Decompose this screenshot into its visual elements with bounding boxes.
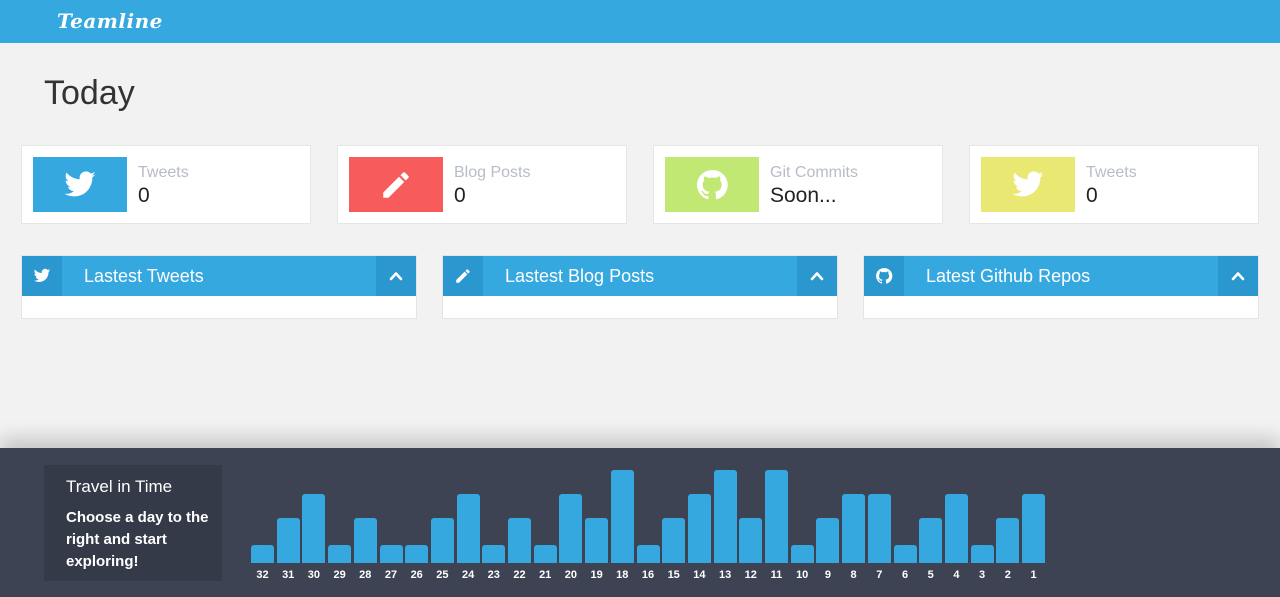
chevron-up-icon[interactable] [376, 256, 416, 296]
day-bar-3[interactable] [970, 545, 994, 563]
day-bar-23[interactable] [482, 545, 506, 563]
day-timeline: 32 31 30 29 28 27 26 25 24 23 22 21 20 19 18 16 15 14 13 12… [0, 448, 1280, 597]
day-label: 15 [667, 569, 680, 581]
panel-header: Lastest Tweets [22, 256, 416, 296]
github-icon [864, 256, 904, 296]
stat-value: 0 [138, 184, 150, 207]
stat-label: Blog Posts [454, 164, 531, 181]
day-label: 1 [1030, 569, 1037, 581]
day-bar-20[interactable] [559, 494, 583, 563]
time-travel-footer: Travel in Time Choose a day to the right… [0, 448, 1280, 597]
twitter-icon [33, 157, 127, 212]
day-bar-21[interactable] [533, 545, 557, 563]
day-label: 9 [824, 569, 831, 581]
stat-card-blog-posts: Blog Posts 0 [337, 145, 627, 224]
day-label: 25 [436, 569, 449, 581]
day-label: 7 [876, 569, 883, 581]
day-label: 13 [718, 569, 732, 581]
day-label: 8 [850, 569, 857, 581]
day-bar-13[interactable] [713, 470, 737, 563]
panel-header: Lastest Blog Posts [443, 256, 837, 296]
day-label: 3 [979, 569, 986, 581]
stat-label: Tweets [138, 164, 189, 181]
day-label: 26 [410, 569, 423, 581]
day-label: 6 [901, 569, 909, 581]
day-label: 14 [693, 569, 706, 581]
day-label: 28 [359, 569, 372, 581]
day-label: 5 [927, 569, 934, 581]
day-bar-29[interactable] [328, 545, 352, 563]
stat-value: 0 [1086, 184, 1098, 207]
day-label: 27 [384, 569, 398, 581]
day-bar-19[interactable] [585, 518, 609, 563]
day-label: 19 [590, 569, 603, 581]
brand-logo[interactable]: Teamline [57, 9, 163, 33]
day-label: 32 [256, 569, 269, 581]
stat-card-tweets: Tweets 0 [21, 145, 311, 224]
twitter-icon [981, 157, 1075, 212]
panel-latest-github-repos: Latest Github Repos [863, 255, 1259, 319]
stat-card-git-commits: Git Commits Soon... [653, 145, 943, 224]
day-bar-6[interactable] [893, 545, 917, 563]
stat-card-tweets-2: Tweets 0 [969, 145, 1259, 224]
day-bar-31[interactable] [276, 518, 300, 563]
day-label: 20 [564, 569, 578, 581]
day-bar-27[interactable] [379, 545, 403, 563]
chevron-up-icon[interactable] [1218, 256, 1258, 296]
day-bar-1[interactable] [1022, 494, 1045, 563]
day-label: 21 [539, 569, 552, 581]
day-bar-25[interactable] [430, 518, 454, 563]
day-bar-10[interactable] [790, 545, 814, 563]
panel-title: Lastest Tweets [84, 266, 204, 286]
github-icon [665, 157, 759, 212]
day-bar-11[interactable] [765, 470, 788, 563]
day-bar-12[interactable] [739, 518, 763, 563]
day-bar-18[interactable] [610, 470, 634, 563]
day-bar-24[interactable] [456, 494, 480, 563]
page-title: Today [44, 74, 135, 112]
day-label: 23 [487, 569, 500, 581]
pencil-icon [349, 157, 443, 212]
day-bar-9[interactable] [816, 518, 840, 563]
day-label: 11 [770, 569, 783, 581]
day-bar-30[interactable] [302, 494, 326, 563]
panel-latest-tweets: Lastest Tweets [21, 255, 417, 319]
day-bar-16[interactable] [636, 545, 660, 563]
day-bar-8[interactable] [842, 494, 866, 563]
panel-title: Latest Github Repos [926, 266, 1091, 286]
top-navbar: Teamline [0, 0, 1280, 43]
day-label: 18 [616, 569, 629, 581]
day-bar-5[interactable] [919, 518, 943, 563]
stat-label: Tweets [1086, 164, 1137, 181]
day-bar-2[interactable] [996, 518, 1020, 563]
day-label: 31 [282, 569, 295, 581]
day-label: 30 [307, 569, 321, 581]
day-bar-28[interactable] [353, 518, 377, 563]
day-label: 24 [461, 569, 475, 581]
panel-title: Lastest Blog Posts [505, 266, 655, 286]
day-bar-32[interactable] [251, 545, 274, 563]
day-label: 12 [744, 569, 757, 581]
day-label: 29 [333, 569, 346, 581]
panel-latest-blog-posts: Lastest Blog Posts [442, 255, 838, 319]
stat-label: Git Commits [770, 164, 858, 181]
day-label: 4 [953, 569, 960, 581]
day-bar-22[interactable] [508, 518, 531, 563]
pencil-icon [443, 256, 483, 296]
day-bar-4[interactable] [944, 494, 968, 563]
day-bar-7[interactable] [867, 494, 891, 563]
day-bar-15[interactable] [662, 518, 686, 563]
stat-value: Soon... [770, 184, 837, 207]
day-bar-14[interactable] [687, 494, 711, 563]
day-label: 2 [1004, 569, 1011, 581]
day-bar-26[interactable] [405, 545, 429, 563]
day-label: 10 [796, 569, 809, 581]
day-label: 22 [513, 569, 526, 581]
panel-header: Latest Github Repos [864, 256, 1258, 296]
stat-value: 0 [454, 184, 466, 207]
twitter-icon [22, 256, 62, 296]
day-label: 16 [641, 569, 655, 581]
chevron-up-icon[interactable] [797, 256, 837, 296]
